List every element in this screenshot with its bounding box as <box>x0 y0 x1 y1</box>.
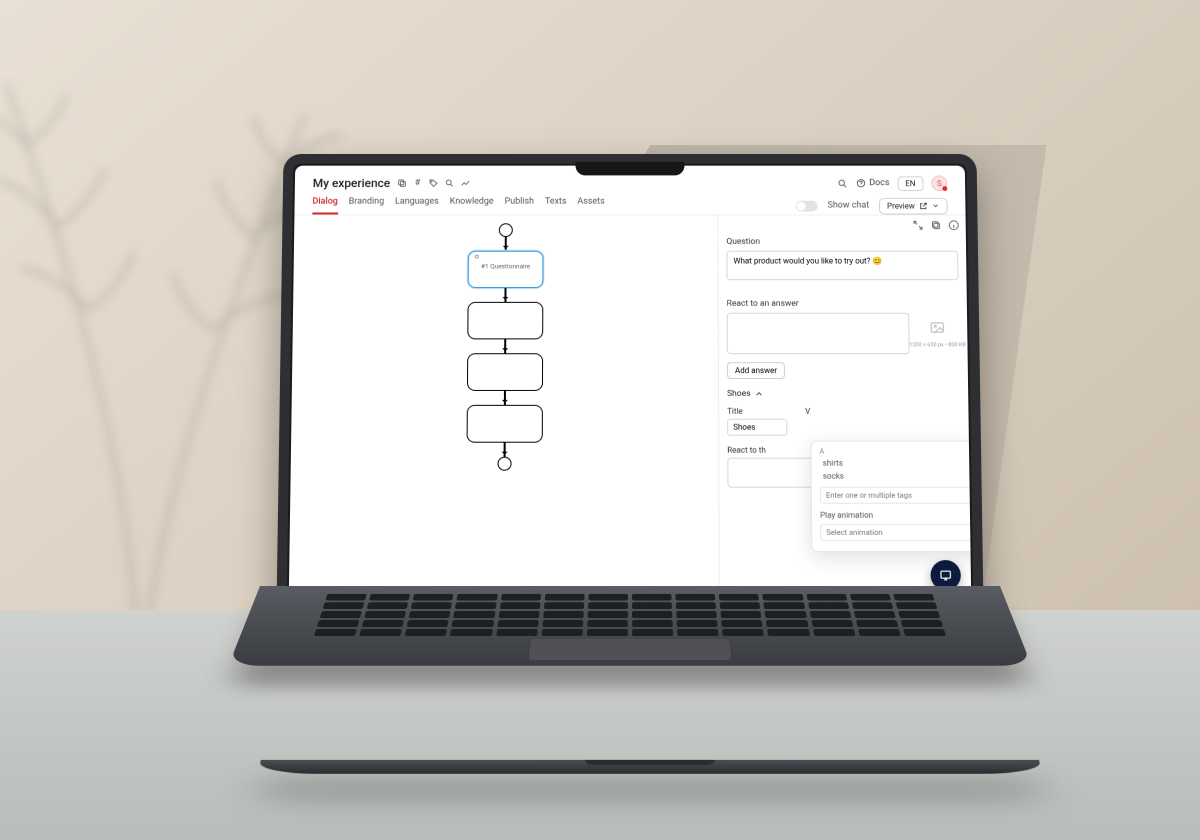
avatar[interactable]: S <box>931 175 947 191</box>
tab-assets[interactable]: Assets <box>577 197 604 215</box>
flow-node[interactable] <box>467 405 543 443</box>
tab-knowledge[interactable]: Knowledge <box>450 197 494 215</box>
inspector-panel: Question What product would you like to … <box>717 215 971 600</box>
play-animation-label: Play animation <box>820 511 971 520</box>
show-chat-label: Show chat <box>828 201 870 211</box>
value-col-label: V <box>805 407 810 416</box>
duplicate-icon[interactable] <box>930 219 942 231</box>
docs-label: Docs <box>869 178 889 188</box>
info-icon[interactable] <box>948 219 960 231</box>
page-title: My experience <box>313 176 391 190</box>
chevron-down-icon <box>932 202 940 210</box>
flow-node[interactable] <box>467 353 543 391</box>
question-label: Question <box>726 237 958 247</box>
workspace: #1 Questionnaire <box>289 215 972 600</box>
add-answer-button[interactable]: Add answer <box>727 362 785 379</box>
question-input[interactable]: What product would you like to try out? … <box>726 251 958 280</box>
popover-option[interactable]: shirts <box>820 457 972 470</box>
answer-popover: A shirtssocks Play animation <box>810 441 971 552</box>
flow-node-selected[interactable]: #1 Questionnaire <box>468 251 544 288</box>
collapse-value: Shoes <box>727 389 751 399</box>
copy-icon[interactable] <box>396 178 407 189</box>
tags-input[interactable] <box>820 487 971 504</box>
tab-texts[interactable]: Texts <box>545 197 567 215</box>
laptop-mockup: My experience # Docs <box>260 150 1000 774</box>
answer-collapse[interactable]: Shoes <box>727 389 960 399</box>
tab-dialog[interactable]: Dialog <box>312 197 338 215</box>
chat-icon <box>939 568 953 582</box>
popover-option[interactable]: socks <box>820 470 972 483</box>
tab-languages[interactable]: Languages <box>395 197 439 215</box>
title-col-label: Title <box>727 407 787 416</box>
chevron-up-icon <box>755 389 765 399</box>
expand-icon[interactable] <box>912 219 924 231</box>
app-root: My experience # Docs <box>289 166 972 601</box>
image-placeholder-icon[interactable] <box>920 315 954 341</box>
flow-node[interactable] <box>467 302 543 340</box>
react-input[interactable] <box>727 313 910 355</box>
docs-link[interactable]: Docs <box>856 178 889 188</box>
preview-label: Preview <box>887 201 915 210</box>
title-input[interactable] <box>727 419 787 436</box>
tag-icon[interactable] <box>428 178 439 189</box>
tab-branding[interactable]: Branding <box>349 197 385 215</box>
trend-icon[interactable] <box>460 178 471 189</box>
image-dims: 1200 × 630 px • 800 KB <box>909 342 966 348</box>
search-small-icon[interactable] <box>444 178 455 189</box>
flow-end-node[interactable] <box>497 457 511 471</box>
react-label: React to an answer <box>727 299 959 309</box>
show-chat-toggle[interactable] <box>796 200 818 211</box>
flow-canvas[interactable]: #1 Questionnaire <box>289 215 719 600</box>
preview-button[interactable]: Preview <box>879 197 948 214</box>
language-selector[interactable]: EN <box>897 176 923 191</box>
popover-prefix: A <box>820 448 825 456</box>
animation-select[interactable] <box>820 524 971 541</box>
flow-start-node[interactable] <box>499 223 513 237</box>
tabs-bar: Dialog Branding Languages Knowledge Publish T… <box>294 191 965 215</box>
search-icon[interactable] <box>837 178 848 189</box>
external-icon <box>919 201 928 210</box>
flow-node-label: #1 Questionnaire <box>469 252 543 271</box>
tab-publish[interactable]: Publish <box>504 197 534 215</box>
hash-icon[interactable]: # <box>412 178 423 189</box>
